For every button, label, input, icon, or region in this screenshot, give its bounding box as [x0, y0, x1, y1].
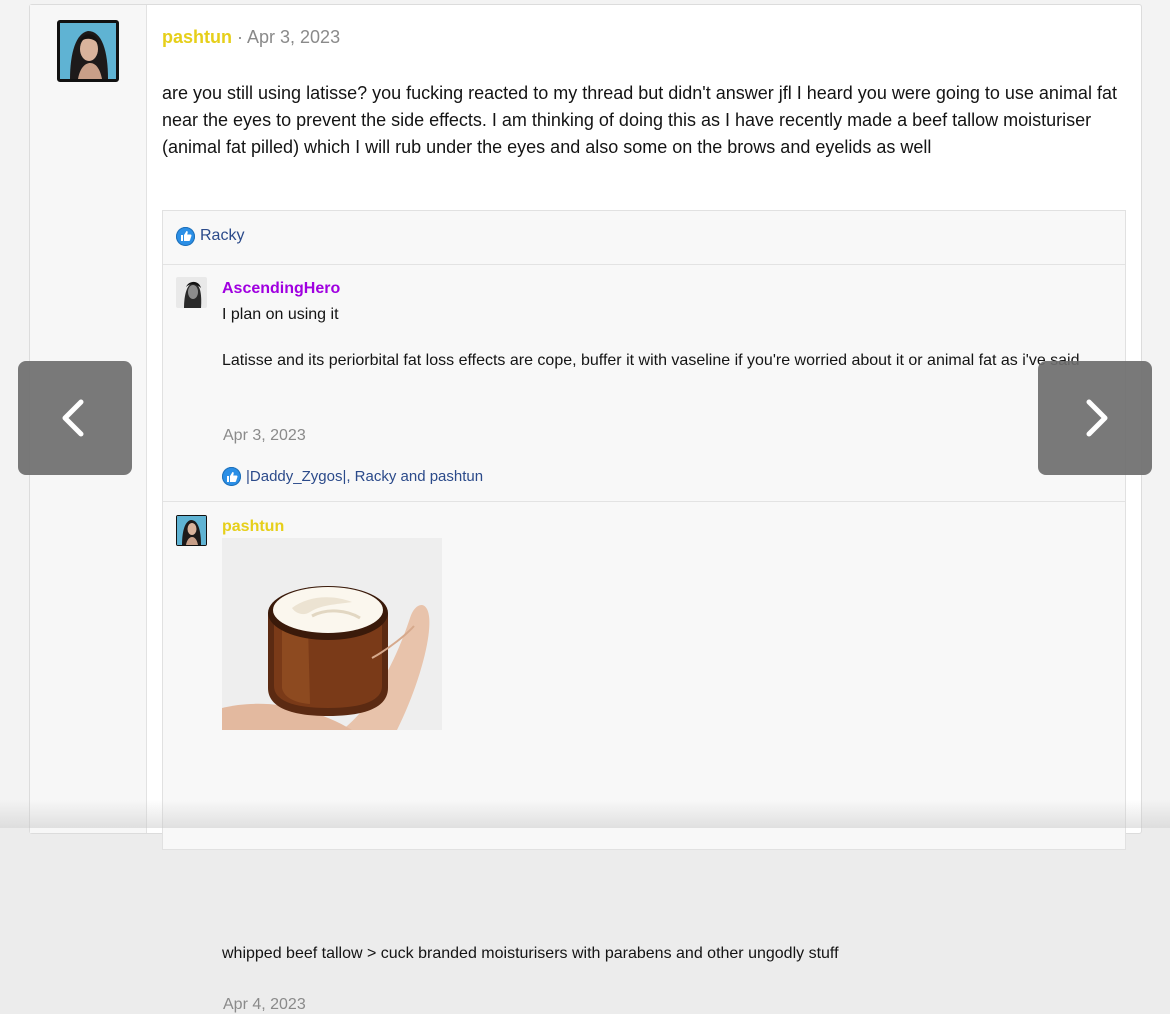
lightbox-backdrop: pashtun · Apr 3, 2023 are you still usin… — [0, 0, 1170, 1013]
comment-text: whipped beef tallow > cuck branded moist… — [222, 945, 839, 962]
comment-author-link[interactable]: AscendingHero — [222, 280, 340, 298]
comment-author-link[interactable]: pashtun — [222, 518, 284, 536]
avatar[interactable] — [57, 20, 119, 82]
avatar-portrait — [60, 23, 116, 79]
like-icon — [222, 467, 241, 486]
post-author-link[interactable]: pashtun — [162, 27, 232, 47]
post-date[interactable]: Apr 3, 2023 — [247, 27, 340, 47]
previous-button[interactable] — [18, 361, 132, 475]
chevron-right-icon — [1086, 399, 1108, 437]
avatar[interactable] — [176, 515, 207, 546]
reaction-bar[interactable]: Racky — [176, 225, 244, 247]
like-icon — [176, 226, 195, 246]
reaction-names[interactable]: Racky — [200, 227, 244, 245]
divider — [163, 501, 1125, 502]
comment-date[interactable]: Apr 4, 2023 — [223, 996, 306, 1014]
bottom-shadow — [0, 800, 1170, 828]
comment-reactions[interactable]: |Daddy_Zygos|, Racky and pashtun — [222, 467, 483, 486]
next-button[interactable] — [1038, 361, 1152, 475]
date-separator: · — [232, 27, 248, 47]
comment-text-line: I plan on using it — [222, 306, 339, 323]
post-header: pashtun · Apr 3, 2023 — [162, 27, 340, 48]
divider — [163, 264, 1125, 265]
attachment-image[interactable] — [222, 538, 442, 730]
comment-reaction-names[interactable]: |Daddy_Zygos|, Racky and pashtun — [246, 468, 483, 485]
comment-date[interactable]: Apr 3, 2023 — [223, 427, 306, 445]
avatar[interactable] — [176, 277, 207, 308]
chevron-left-icon — [62, 399, 84, 437]
comment-text-paragraph: Latisse and its periorbital fat loss eff… — [222, 352, 1080, 369]
forum-post: pashtun · Apr 3, 2023 are you still usin… — [29, 4, 1142, 1013]
reply-thread: Racky AscendingHero I plan on using it L… — [162, 210, 1126, 1013]
post-body: are you still using latisse? you fucking… — [162, 83, 1117, 157]
